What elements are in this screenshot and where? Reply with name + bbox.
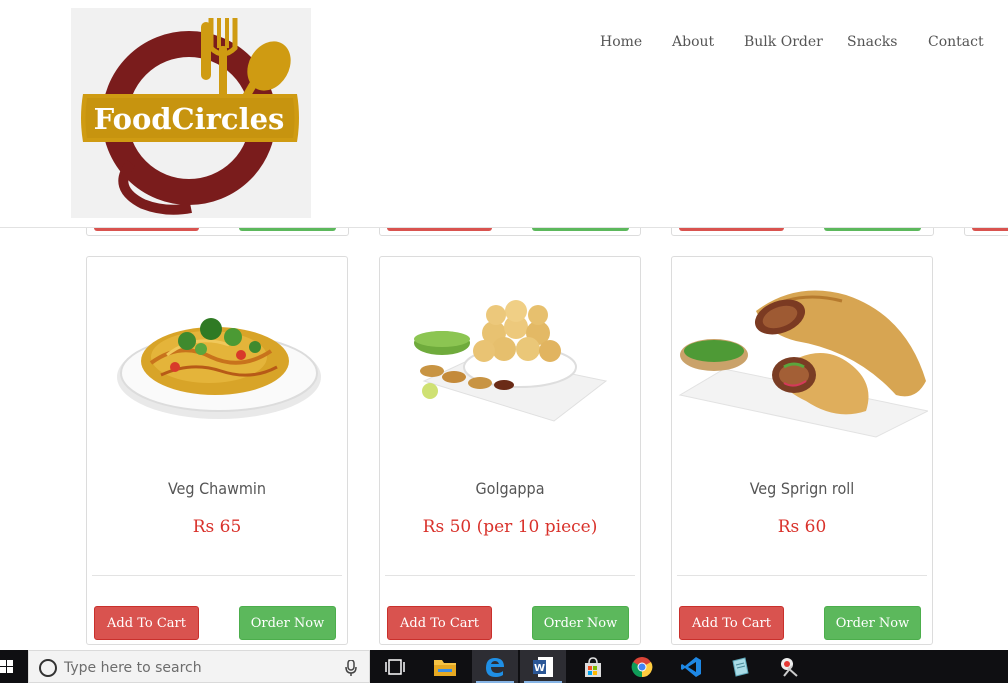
product-name: Golgappa: [475, 479, 545, 498]
add-to-cart-button[interactable]: Add To Cart: [94, 606, 199, 640]
product-image-spring-roll: [676, 271, 930, 461]
chrome-icon[interactable]: [619, 650, 665, 683]
logo-wordmark: FoodCircles: [93, 102, 285, 136]
add-to-cart-button[interactable]: Add To Cart: [679, 606, 784, 640]
product-image-golgappa: [384, 271, 636, 461]
notepad-icon[interactable]: [717, 650, 763, 683]
card-divider: [92, 575, 342, 576]
nav-about[interactable]: About: [672, 34, 714, 50]
foodcircles-logo[interactable]: FoodCircles: [71, 8, 311, 218]
edge-browser-icon[interactable]: [472, 650, 518, 683]
order-now-button[interactable]: Order Now: [239, 606, 336, 640]
product-price: Rs 50 (per 10 piece): [422, 517, 598, 537]
cortana-icon[interactable]: [39, 659, 57, 677]
product-name: Veg Chawmin: [167, 479, 267, 498]
add-to-cart-button[interactable]: Add To Cart: [387, 606, 492, 640]
web-page: FoodCircles Home About Bulk Order Snacks…: [0, 0, 1008, 650]
product-price: Rs 65: [192, 517, 242, 537]
product-card-veg-spring-roll: Veg Sprign roll Rs 60 Add To Cart Order …: [671, 256, 933, 645]
nav-bulk-order[interactable]: Bulk Order: [744, 34, 823, 50]
task-view-icon[interactable]: [372, 650, 418, 683]
microphone-icon[interactable]: [345, 659, 357, 680]
svg-text:W: W: [534, 663, 545, 674]
windows-taskbar: Type here to search W: [0, 650, 1008, 683]
product-price: Rs 60: [777, 517, 827, 537]
site-header: FoodCircles Home About Bulk Order Snacks…: [0, 0, 1008, 228]
order-now-button[interactable]: Order Now: [532, 606, 629, 640]
file-explorer-icon[interactable]: [422, 650, 468, 683]
snipping-tool-icon[interactable]: [766, 650, 812, 683]
word-icon[interactable]: W: [520, 650, 566, 683]
card-divider: [677, 575, 927, 576]
product-image-noodles: [91, 271, 343, 461]
windows-start-icon[interactable]: [0, 650, 26, 683]
nav-home[interactable]: Home: [600, 34, 642, 50]
taskbar-search-box[interactable]: Type here to search: [28, 650, 370, 683]
order-now-button[interactable]: Order Now: [824, 606, 921, 640]
search-placeholder: Type here to search: [64, 660, 202, 676]
nav-contact[interactable]: Contact: [928, 34, 984, 50]
product-card-veg-chawmin: Veg Chawmin Rs 65 Add To Cart Order Now: [86, 256, 348, 645]
nav-snacks[interactable]: Snacks: [847, 34, 897, 50]
store-icon[interactable]: [570, 650, 616, 683]
vscode-icon[interactable]: [668, 650, 714, 683]
product-card-golgappa: Golgappa Rs 50 (per 10 piece) Add To Car…: [379, 256, 641, 645]
product-name: Veg Sprign roll: [749, 479, 855, 498]
card-divider: [385, 575, 635, 576]
